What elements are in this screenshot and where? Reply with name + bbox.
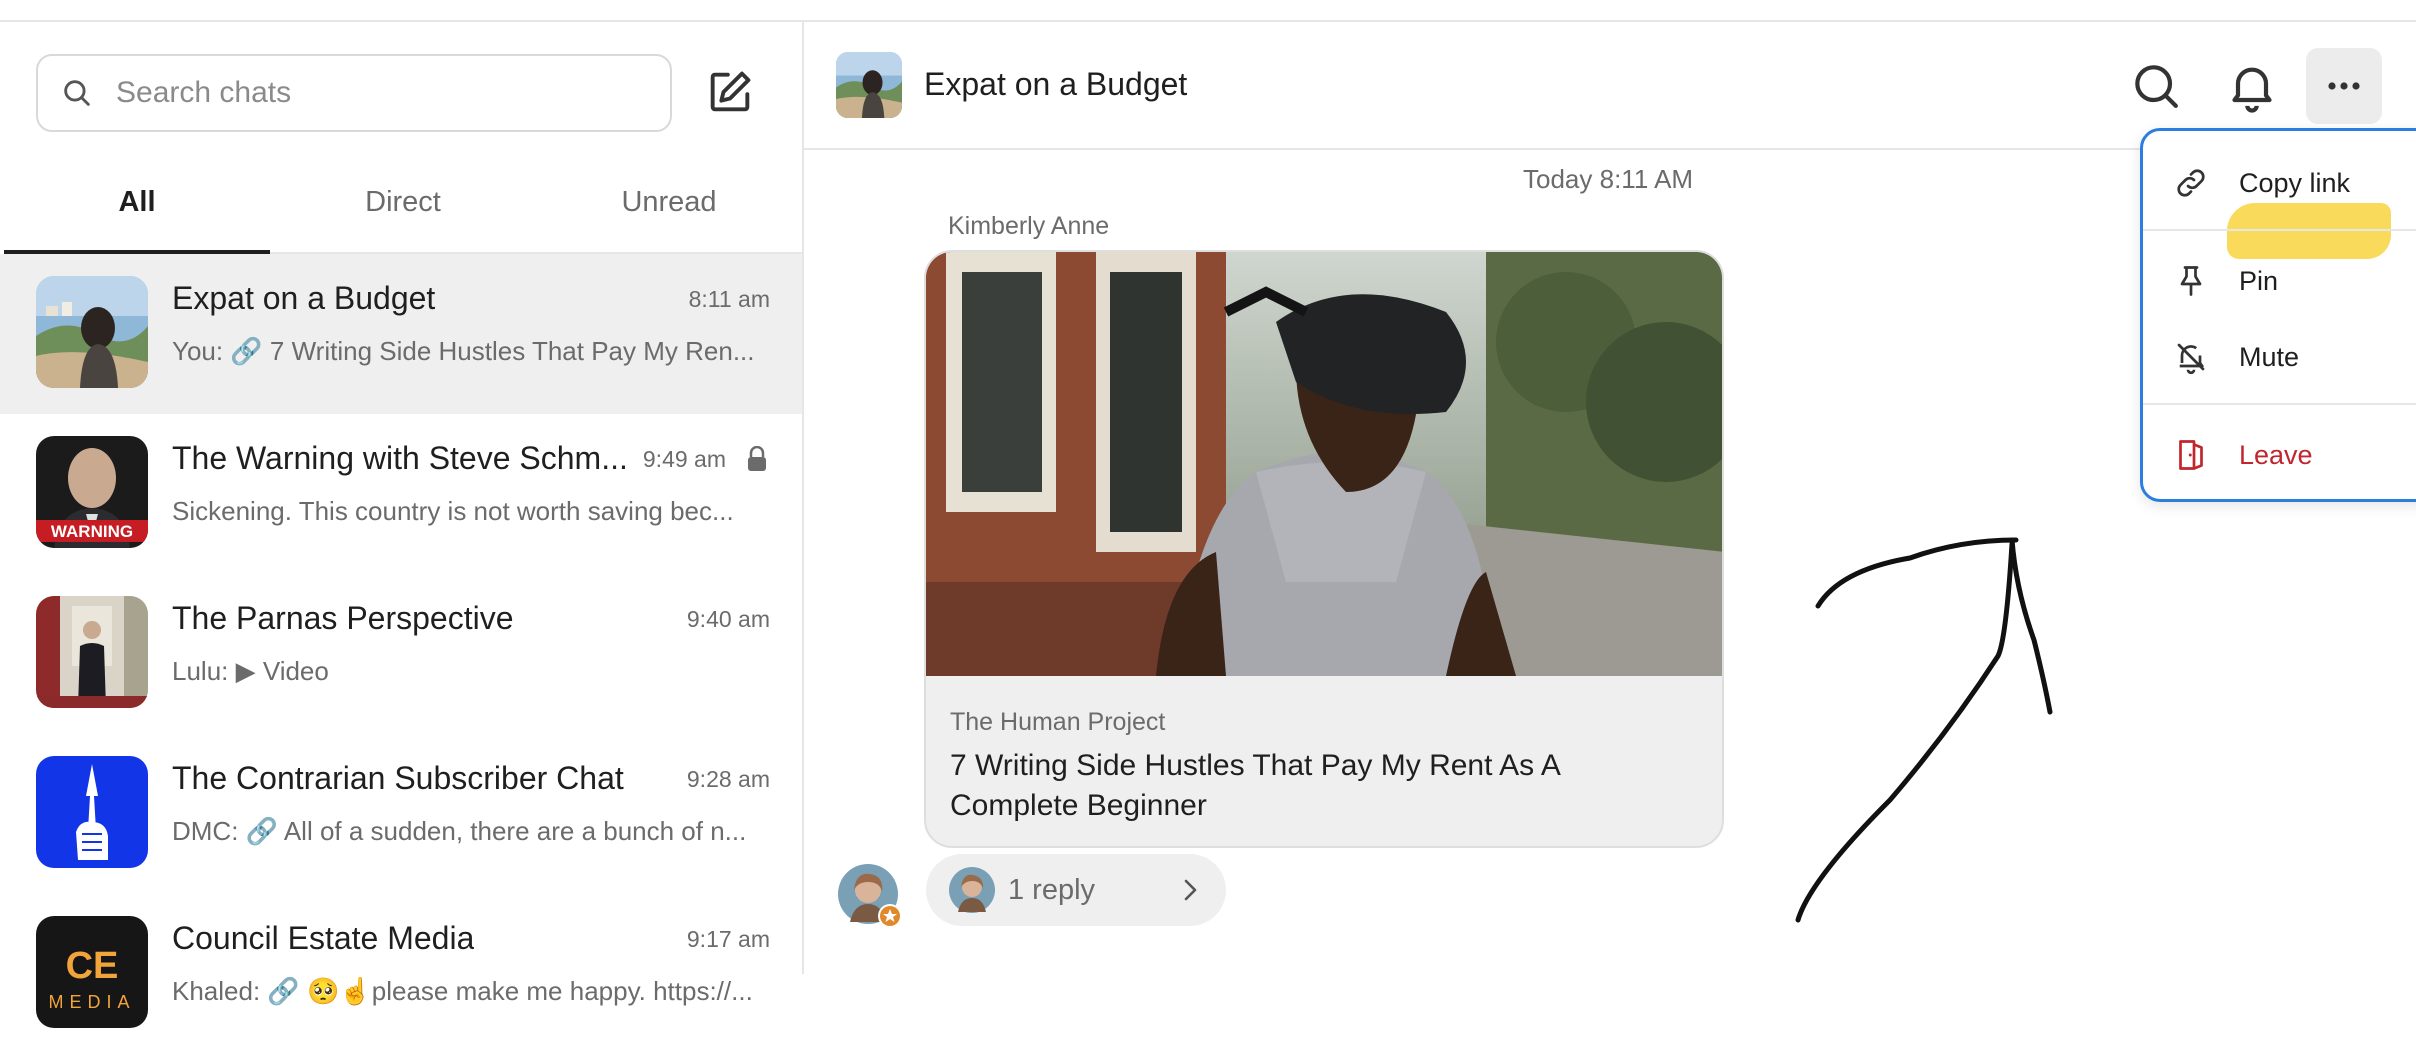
chat-time: 9:40 am bbox=[686, 606, 770, 632]
more-options-button[interactable] bbox=[2306, 48, 2382, 124]
chat-time: 9:17 am bbox=[686, 926, 770, 952]
bell-icon[interactable] bbox=[2224, 58, 2280, 114]
chat-time: 8:11 am bbox=[688, 286, 770, 312]
search-icon bbox=[64, 80, 90, 106]
shared-post-card[interactable]: The Human Project 7 Writing Side Hustles… bbox=[924, 250, 1724, 848]
chat-preview: Sickening. This country is not worth sav… bbox=[172, 496, 734, 526]
annotation-arrow bbox=[1795, 537, 2053, 923]
link-icon bbox=[2177, 169, 2205, 197]
chat-title: The Parnas Perspective bbox=[172, 600, 514, 636]
post-source: The Human Project bbox=[950, 708, 1166, 736]
menu-item-pin[interactable]: Pin bbox=[2143, 251, 2416, 311]
menu-item-mute[interactable]: Mute bbox=[2143, 327, 2416, 387]
tab-direct[interactable]: Direct bbox=[270, 152, 536, 252]
tab-unread[interactable]: Unread bbox=[536, 152, 802, 252]
chat-title: The Warning with Steve Schm... bbox=[172, 440, 628, 476]
menu-divider bbox=[2143, 403, 2416, 405]
chat-avatar: CE MEDIA bbox=[36, 916, 148, 1028]
chat-list: Expat on a Budget 8:11 am You: 🔗 7 Writi… bbox=[0, 254, 802, 1054]
chat-title: Expat on a Budget bbox=[172, 280, 436, 316]
chat-time: 9:49 am bbox=[642, 446, 726, 472]
chat-item-the-contrarian[interactable]: The Contrarian Subscriber Chat 9:28 am D… bbox=[0, 734, 802, 894]
search-box[interactable] bbox=[36, 54, 672, 132]
bell-off-icon bbox=[2177, 343, 2205, 375]
menu-item-label: Leave bbox=[2239, 439, 2313, 470]
chat-sidebar: All Direct Unread Expat on a Budget 8:11… bbox=[0, 22, 804, 1028]
menu-item-leave[interactable]: Leave bbox=[2143, 425, 2416, 485]
menu-item-label: Mute bbox=[2239, 341, 2300, 372]
menu-item-copy-link[interactable]: Copy link bbox=[2143, 153, 2416, 213]
thread-replies-button[interactable]: 1 reply bbox=[926, 854, 1226, 926]
chevron-right-icon bbox=[1184, 879, 1197, 901]
ellipsis-icon bbox=[2328, 82, 2360, 90]
message-timestamp: Today 8:11 AM bbox=[1523, 164, 1694, 194]
menu-item-label: Pin bbox=[2239, 265, 2279, 296]
chat-avatar: WARNING bbox=[36, 436, 148, 548]
conversation-avatar bbox=[836, 52, 902, 118]
pin-icon bbox=[2180, 266, 2202, 296]
post-image bbox=[926, 252, 1722, 676]
reply-avatar bbox=[949, 867, 995, 913]
chat-item-council-estate-media[interactable]: CE MEDIA Council Estate Media 9:17 am Kh… bbox=[0, 894, 802, 1054]
media-logo-text: MEDIA bbox=[48, 992, 135, 1012]
chat-title: The Contrarian Subscriber Chat bbox=[172, 760, 624, 796]
warning-logo-text: WARNING bbox=[51, 522, 133, 541]
ce-logo-text: CE bbox=[66, 945, 119, 987]
chat-title: Council Estate Media bbox=[172, 920, 475, 956]
chat-item-expat-on-a-budget[interactable]: Expat on a Budget 8:11 am You: 🔗 7 Writi… bbox=[0, 254, 802, 414]
door-icon bbox=[2179, 440, 2203, 470]
chat-tabs: All Direct Unread bbox=[4, 152, 802, 254]
chat-preview: Khaled: 🔗 🥺☝️please make me happy. https… bbox=[172, 976, 753, 1006]
chat-preview: Lulu: ▶ Video bbox=[172, 656, 329, 686]
chat-item-the-warning[interactable]: WARNING The Warning with Steve Schm... 9… bbox=[0, 414, 802, 574]
chat-preview: DMC: 🔗 All of a sudden, there are a bunc… bbox=[172, 816, 747, 846]
menu-divider bbox=[2143, 229, 2416, 231]
search-icon[interactable] bbox=[2128, 58, 2184, 114]
menu-item-label: Copy link bbox=[2239, 167, 2351, 198]
search-input[interactable] bbox=[114, 75, 638, 111]
chat-item-the-parnas-perspective[interactable]: The Parnas Perspective 9:40 am Lulu: ▶ V… bbox=[0, 574, 802, 734]
chat-avatar bbox=[36, 756, 148, 868]
lock-icon bbox=[748, 446, 766, 471]
options-menu: Copy link Pin Mute Leave bbox=[2140, 128, 2416, 502]
chat-time: 9:28 am bbox=[686, 766, 770, 792]
post-title: 7 Writing Side Hustles That Pay My Rent … bbox=[950, 749, 1560, 822]
chat-avatar bbox=[36, 276, 148, 388]
reply-count: 1 reply bbox=[1008, 874, 1096, 906]
message-sender: Kimberly Anne bbox=[948, 212, 1110, 240]
chat-preview: You: 🔗 7 Writing Side Hustles That Pay M… bbox=[172, 336, 755, 366]
sender-avatar bbox=[838, 864, 900, 926]
tab-all[interactable]: All bbox=[4, 152, 270, 254]
chat-avatar bbox=[36, 596, 148, 708]
compose-icon[interactable] bbox=[704, 66, 756, 118]
conversation-title: Expat on a Budget bbox=[924, 66, 1188, 102]
